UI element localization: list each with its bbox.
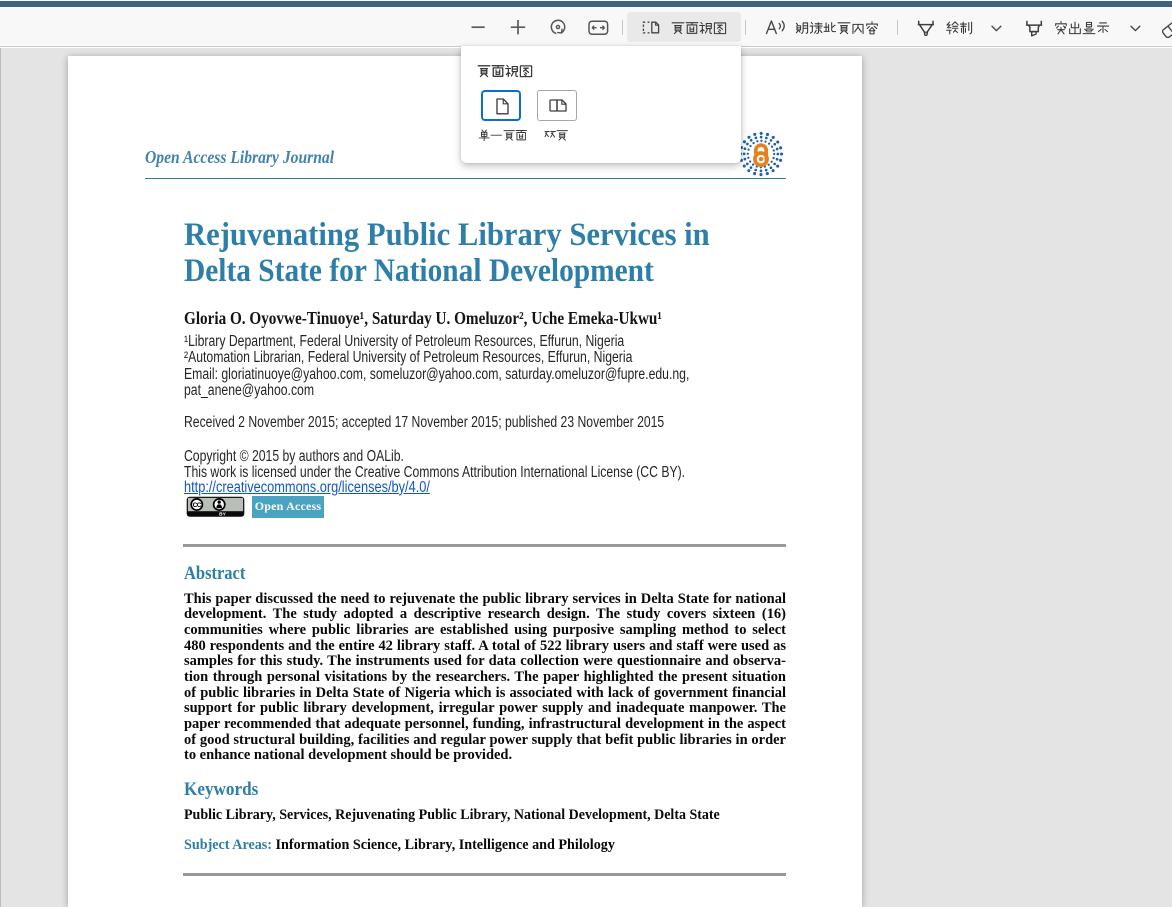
svg-text:CC: CC	[193, 502, 202, 509]
svg-text:BY: BY	[219, 511, 226, 517]
